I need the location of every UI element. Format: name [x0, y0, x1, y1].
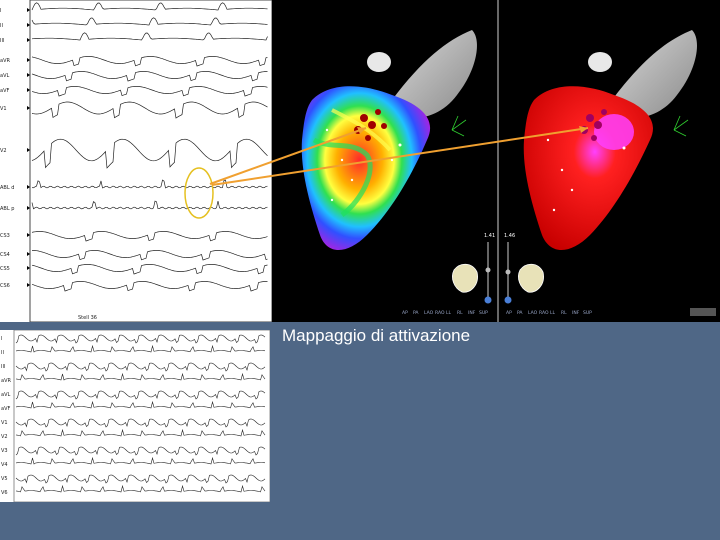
- left-range-label: 1.41: [484, 233, 495, 239]
- ecg-bottom-lead-label: V6: [1, 490, 8, 496]
- view-preset-label[interactable]: AP: [506, 310, 512, 316]
- ecg-bottom-lead-label: V1: [1, 420, 8, 426]
- left-activation-surface: [301, 86, 431, 250]
- view-preset-label[interactable]: RL: [561, 310, 567, 316]
- view-preset-label[interactable]: PA: [413, 310, 419, 316]
- right-range-slider-handle[interactable]: [505, 269, 511, 275]
- ecg-bottom-lead-label: III: [1, 364, 5, 370]
- ecg-bottom-lead-label: aVR: [1, 378, 11, 384]
- ecg-top-lead-label: CS3: [0, 233, 10, 239]
- view-preset-label[interactable]: PA: [517, 310, 523, 316]
- left-axis-gizmo: [451, 115, 467, 137]
- view-preset-label[interactable]: SUP: [583, 310, 592, 316]
- view-preset-label[interactable]: RAO: [539, 310, 549, 316]
- ecg-top-lead-label: CS4: [0, 252, 10, 258]
- map-corner-button[interactable]: [690, 308, 716, 316]
- right-axis-gizmo: [673, 115, 689, 137]
- ecg-bottom-lead-label: II: [1, 350, 4, 356]
- slide-caption: Mappaggio di attivazione: [282, 326, 471, 345]
- ecg-bottom-lead-label: V4: [1, 462, 8, 468]
- ecg-bottom-lead-label: V5: [1, 476, 8, 482]
- ecg-tracing-bottom: I II III aVR aVL aVF V1 V2 V3 V4 V5 V6: [0, 330, 270, 502]
- view-preset-label[interactable]: RL: [457, 310, 463, 316]
- ecg-top-footer: Stell 36: [78, 315, 97, 321]
- ecg-top-lead-label: CS5: [0, 266, 10, 272]
- ecg-bottom-svg: IIIIIIaVRaVLaVFV1V2V3V4V5V6: [1, 330, 270, 502]
- left-range-slider-handle[interactable]: [485, 267, 491, 273]
- left-orifice-ring: [367, 52, 391, 72]
- ecg-bottom-lead-label: V3: [1, 448, 8, 454]
- view-preset-label[interactable]: AP: [402, 310, 408, 316]
- activation-map-svg: 1.41 1.46 AP PA LAO RAO LL RL INF SUP AP…: [301, 0, 716, 322]
- right-orientation-heart-icon: [518, 263, 544, 293]
- ecg-bottom-frame: [13, 330, 270, 502]
- ecg-top-lead-label: ABL d: [0, 185, 14, 191]
- right-heart-model[interactable]: 1.46: [504, 30, 716, 316]
- ecg-top-lead-label: V1: [0, 106, 7, 112]
- activation-map-viewer[interactable]: 1.41 1.46 AP PA LAO RAO LL RL INF SUP AP…: [272, 0, 720, 322]
- ecg-top-labels: IIIIIIaVRaVLaVFV1V2ABL dABL pCS3CS4CS5CS…: [0, 8, 30, 289]
- right-view-label-bar: AP PA LAO RAO LL RL INF SUP: [506, 310, 592, 316]
- right-activation-surface: [523, 86, 653, 250]
- view-preset-label[interactable]: LAO: [424, 310, 434, 316]
- ecg-top-lead-label: aVF: [0, 88, 9, 94]
- ecg-top-svg: IIIIIIaVRaVLaVFV1V2ABL dABL pCS3CS4CS5CS…: [0, 0, 272, 322]
- view-preset-label[interactable]: SUP: [479, 310, 488, 316]
- left-heart-model[interactable]: 1.41: [301, 30, 495, 304]
- left-view-label-bar: AP PA LAO RAO LL RL INF SUP: [402, 310, 488, 316]
- ecg-bottom-lead-label: aVF: [1, 406, 10, 412]
- view-preset-label[interactable]: INF: [468, 310, 476, 316]
- view-preset-label[interactable]: LL: [550, 310, 556, 316]
- left-view-button[interactable]: [484, 296, 492, 304]
- view-preset-label[interactable]: RAO: [435, 310, 445, 316]
- ecg-top-lead-label: III: [0, 38, 4, 44]
- view-preset-label[interactable]: LAO: [528, 310, 538, 316]
- ecg-top-frame: [29, 0, 272, 322]
- left-orientation-heart-icon: [452, 263, 478, 293]
- view-preset-label[interactable]: LL: [446, 310, 452, 316]
- ecg-bottom-lead-label: I: [1, 336, 2, 342]
- right-view-button[interactable]: [504, 296, 512, 304]
- ecg-bottom-lead-label: V2: [1, 434, 8, 440]
- right-late-zone: [594, 114, 634, 150]
- ecg-bottom-lead-label: aVL: [1, 392, 10, 398]
- ecg-top-lead-label: aVL: [0, 73, 9, 79]
- ecg-top-lead-label: CS6: [0, 283, 10, 289]
- view-preset-label[interactable]: INF: [572, 310, 580, 316]
- ecg-top-lead-label: I: [0, 8, 1, 14]
- right-orifice-ring: [588, 52, 612, 72]
- ecg-tracing-top: I II III aVR aVL aVF V1 V2 ABL d ABL p CS3 CS4 CS5 CS…: [0, 0, 272, 322]
- ecg-top-lead-label: ABL p: [0, 206, 14, 212]
- ecg-top-lead-label: V2: [0, 148, 7, 154]
- ecg-top-lead-label: aVR: [0, 58, 10, 64]
- ecg-bottom-labels: IIIIIIaVRaVLaVFV1V2V3V4V5V6: [1, 336, 11, 496]
- ecg-top-lead-label: II: [0, 23, 3, 29]
- right-range-label: 1.46: [504, 233, 515, 239]
